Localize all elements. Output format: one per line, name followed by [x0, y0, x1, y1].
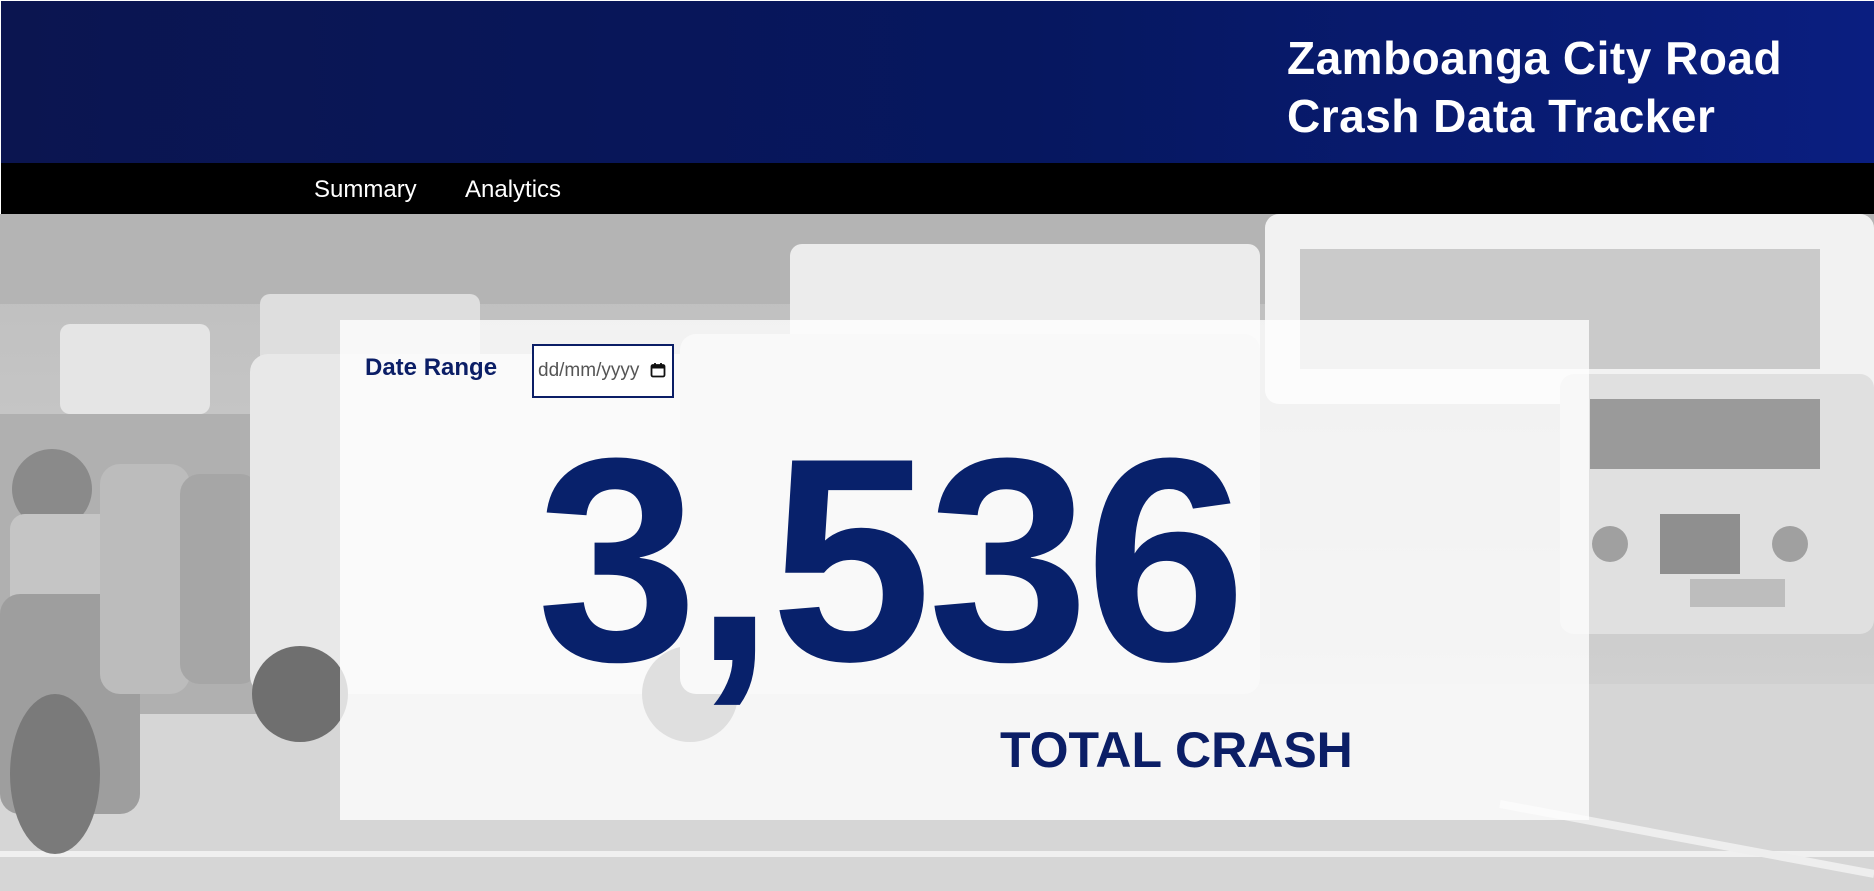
- nav-summary-link[interactable]: Summary: [314, 176, 417, 204]
- site-title-line1: Zamboanga City Road: [1287, 32, 1783, 84]
- site-header: Zamboanga City Road Crash Data Tracker: [1, 1, 1874, 163]
- nav-analytics-link[interactable]: Analytics: [465, 176, 561, 204]
- page: Zamboanga City Road Crash Data Tracker S…: [0, 0, 1874, 891]
- date-range-input[interactable]: dd/mm/yyyy: [532, 344, 674, 398]
- main-nav: Summary Analytics: [1, 163, 1874, 214]
- total-crash-value: 3,536: [536, 398, 1247, 722]
- site-title: Zamboanga City Road Crash Data Tracker: [1287, 29, 1847, 145]
- total-crash-label: TOTAL CRASH: [1000, 722, 1353, 778]
- calendar-icon[interactable]: [650, 362, 666, 378]
- date-range-label: Date Range: [365, 354, 498, 381]
- date-placeholder: dd/mm/yyyy: [538, 360, 640, 381]
- site-title-line2: Crash Data Tracker: [1287, 90, 1716, 142]
- summary-card: Date Range dd/mm/yyyy 3,536 TOTAL CRASH: [340, 320, 1589, 820]
